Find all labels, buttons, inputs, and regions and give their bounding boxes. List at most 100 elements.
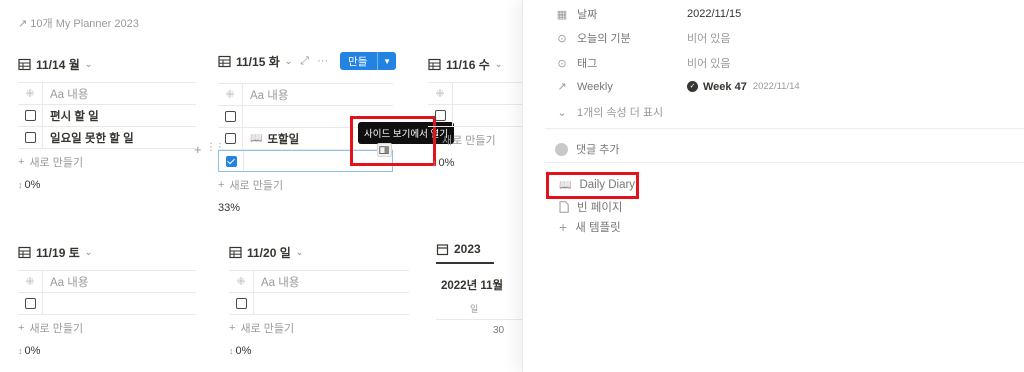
new-button-label: 새로 만들기 <box>348 40 368 83</box>
add-row-icon[interactable]: + <box>194 142 202 157</box>
calendar-view: 2023 2022년 11월 일 30 <box>436 242 526 372</box>
content-column-header[interactable]: Aa 내용 <box>254 274 299 290</box>
expand-icon[interactable]: ⤢ <box>300 55 309 68</box>
view-1120-title[interactable]: 11/20 일 ⌄ <box>229 244 409 261</box>
property-value[interactable]: 비어 있음 <box>687 55 731 71</box>
table-1116: ⁜ <box>428 82 528 127</box>
checkbox[interactable] <box>434 110 446 121</box>
table-row[interactable] <box>229 293 409 315</box>
chevron-down-icon: ⌄ <box>284 55 293 66</box>
view-1115-title[interactable]: 11/15 화 ⌄ <box>218 53 292 70</box>
table-row[interactable]: 편시 할 일 <box>18 105 196 127</box>
property-date[interactable]: ▦ 날짜 2022/11/15 <box>555 6 741 22</box>
checkbox-checked[interactable] <box>225 155 237 167</box>
row-text[interactable]: 편시 할 일 <box>43 108 99 124</box>
property-value[interactable]: 비어 있음 <box>687 30 731 46</box>
plus-icon: + <box>229 322 236 334</box>
arrow-icon: ↗ <box>18 18 28 30</box>
view-title-text: 11/15 화 <box>236 54 280 69</box>
select-icon: ⊙ <box>557 32 567 45</box>
calendar-icon <box>436 243 449 255</box>
table-row[interactable]: 일요일 못한 할 일 <box>18 127 196 149</box>
plus-icon: + <box>18 322 25 334</box>
property-label: 태그 <box>577 58 598 70</box>
new-button[interactable]: 새로 만들기 ▼ <box>340 41 396 83</box>
view-1114-title[interactable]: 11/14 월 ⌄ <box>18 56 196 73</box>
template-label: 빈 페이지 <box>577 202 623 214</box>
plus-icon: + <box>18 156 25 168</box>
new-row-button[interactable]: + 새로 만들기 <box>18 154 196 170</box>
table-header-row: ⁜ <box>428 83 528 105</box>
property-value[interactable]: 2022/11/15 <box>687 8 741 20</box>
table-row[interactable] <box>18 293 196 315</box>
side-peek-panel: ▦ 날짜 2022/11/15 ⊙ 오늘의 기분 비어 있음 ⊙ 태그 비어 있… <box>522 0 1024 372</box>
table-row[interactable] <box>428 105 528 127</box>
template-blank-page[interactable]: 빈 페이지 <box>559 199 623 215</box>
loading-icon: ⁜ <box>25 88 35 100</box>
table-header-row: ⁜ Aa 내용 <box>18 83 196 105</box>
content-column-header[interactable]: Aa 내용 <box>43 274 88 290</box>
row-title[interactable]: 📖 또할일 <box>243 131 299 147</box>
percent-text: 0% <box>24 345 41 357</box>
new-row-button[interactable]: + 새로 만들기 <box>18 320 196 336</box>
breadcrumb[interactable]: ↗ 10개 My Planner 2023 <box>18 15 139 31</box>
new-template-button[interactable]: + 새 템플릿 <box>559 219 621 235</box>
view-title-text: 11/20 일 <box>247 246 291 260</box>
new-row-label: 새로 만들기 <box>229 180 284 192</box>
loading-icon: ⁜ <box>225 89 235 101</box>
property-mood[interactable]: ⊙ 오늘의 기분 비어 있음 <box>555 30 731 46</box>
percent-value: 33% <box>218 202 241 214</box>
new-row-label: 새로 만들기 <box>240 323 295 335</box>
relation-arrow-icon: ↗ <box>557 81 567 93</box>
table-icon <box>18 58 31 71</box>
checkbox[interactable] <box>224 133 236 144</box>
content-column-header[interactable]: Aa 내용 <box>43 86 88 102</box>
new-row-button[interactable]: + 새로 만들기 <box>229 320 409 336</box>
calendar-cell[interactable]: 30 <box>436 319 526 372</box>
sort-icon: ↕ <box>229 346 234 356</box>
property-weekly[interactable]: ↗ Weekly ✓ Week 47 2022/11/14 <box>555 80 799 94</box>
calendar-tab[interactable]: 2023 <box>436 242 494 264</box>
property-label: Weekly <box>577 80 613 93</box>
highlight-box <box>546 172 639 199</box>
new-row-button[interactable]: + 새로 만들기 <box>218 177 396 193</box>
chevron-down-icon[interactable]: ▼ <box>377 52 396 70</box>
checkbox[interactable] <box>224 111 236 122</box>
checkbox[interactable] <box>235 298 247 309</box>
content-column-header[interactable]: Aa 내용 <box>243 87 288 103</box>
view-1116-title[interactable]: 11/16 수 ⌄ <box>428 56 528 73</box>
table-1119: ⁜ Aa 내용 <box>18 270 196 315</box>
table-1120: ⁜ Aa 내용 <box>229 270 409 315</box>
add-comment[interactable]: 댓글 추가 <box>555 141 620 157</box>
divider <box>545 128 1024 129</box>
calendar-icon: ▦ <box>556 8 568 21</box>
percent-text: 0% <box>24 179 41 191</box>
checkbox[interactable] <box>24 132 36 143</box>
page-icon <box>559 201 569 213</box>
row-text[interactable]: 일요일 못한 할 일 <box>43 130 134 146</box>
loading-icon: ⁜ <box>25 276 35 288</box>
select-icon: ⊙ <box>557 57 567 70</box>
sort-icon: ↕ <box>18 346 23 356</box>
new-row-button[interactable]: 새로 만들기 <box>428 132 528 148</box>
table-header-row: ⁜ Aa 내용 <box>18 271 196 293</box>
property-tag[interactable]: ⊙ 태그 비어 있음 <box>555 55 731 71</box>
calendar-tab-label: 2023 <box>454 242 481 256</box>
property-label: 오늘의 기분 <box>577 33 631 45</box>
add-comment-label: 댓글 추가 <box>576 144 620 156</box>
checkbox[interactable] <box>24 110 36 121</box>
table-icon <box>218 55 231 67</box>
show-more-label: 1개의 속성 더 표시 <box>577 107 664 119</box>
percent-value: ↕ 0% <box>229 345 409 357</box>
calendar-month: 2022년 11월 <box>441 280 504 292</box>
view-1119-title[interactable]: 11/19 토 ⌄ <box>18 244 196 261</box>
show-more-properties[interactable]: ⌄ 1개의 속성 더 표시 <box>555 104 663 120</box>
more-icon[interactable]: ··· <box>317 55 328 67</box>
checkbox[interactable] <box>24 298 36 309</box>
table-icon <box>18 246 31 259</box>
view-title-text: 11/19 토 <box>36 246 80 260</box>
relation-value[interactable]: Week 47 <box>703 81 747 93</box>
table-1114: ⁜ Aa 내용 편시 할 일 일요일 못한 할 일 <box>18 82 196 149</box>
percent-text: 0% <box>438 157 455 169</box>
view-title-text: 11/14 월 <box>36 58 80 72</box>
